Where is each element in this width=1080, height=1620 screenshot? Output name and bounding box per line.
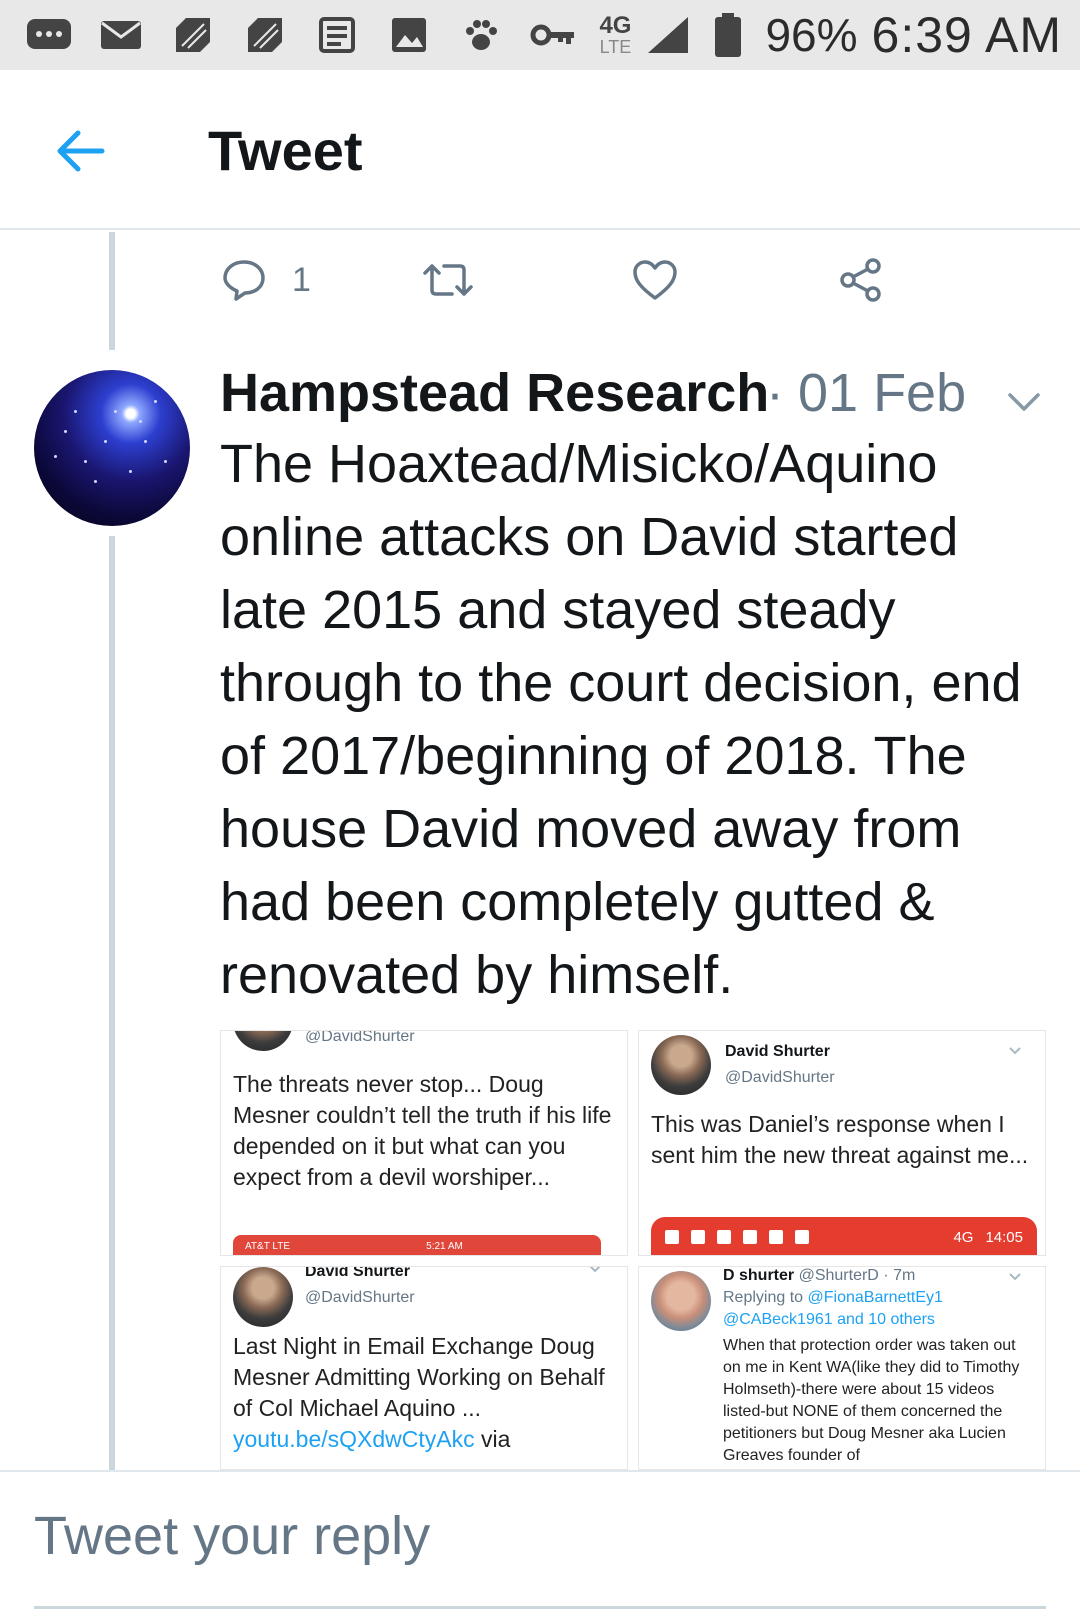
messages-icon	[26, 15, 72, 55]
back-button[interactable]	[52, 122, 110, 180]
media-image-1[interactable]: @DavidShurter The threats never stop... …	[220, 1030, 628, 1256]
paw-icon	[458, 15, 504, 55]
media-grid: @DavidShurter The threats never stop... …	[220, 1030, 1046, 1470]
tweet-actions: 1	[222, 250, 922, 310]
battery-percent: 96%	[765, 9, 858, 61]
media-text: This was Daniel’s response when I sent h…	[651, 1111, 1029, 1168]
media-avatar	[651, 1035, 711, 1095]
email-icon	[98, 15, 144, 55]
media-avatar	[233, 1267, 293, 1327]
media-text: Last Night in Email Exchange Doug Mesner…	[233, 1333, 605, 1452]
author-name[interactable]: Hampstead Research	[220, 362, 769, 424]
key-icon	[530, 15, 576, 55]
media-avatar	[651, 1271, 711, 1331]
notification-icons	[26, 15, 576, 55]
reply-input[interactable]	[34, 1492, 1046, 1580]
media-replying-more[interactable]: @CABeck1961 and 10 others	[723, 1311, 935, 1329]
arrow-left-icon	[57, 130, 105, 172]
retweet-icon	[423, 264, 473, 296]
blackberry-hub-icon-2	[242, 15, 288, 55]
media-header: D shurter @ShurterD · 7m	[723, 1267, 916, 1284]
signal-icon	[645, 15, 691, 55]
news-icon	[314, 15, 360, 55]
share-action[interactable]	[838, 250, 884, 310]
chevron-down-icon	[589, 1267, 601, 1273]
speech-bubble-icon	[223, 260, 265, 301]
like-action[interactable]	[632, 250, 678, 310]
reply-composer	[0, 1470, 1080, 1620]
status-bar: 4G LTE 96% 6:39 AM	[0, 0, 1080, 70]
heart-icon	[633, 260, 677, 300]
page-title: Tweet	[208, 119, 363, 182]
separator: ·	[766, 363, 784, 423]
reply-count: 1	[292, 260, 311, 299]
media-avatar	[233, 1031, 293, 1051]
media-link[interactable]: youtu.be/sQXdwCtyAkc	[233, 1426, 475, 1452]
media-handle: @DavidShurter	[305, 1030, 415, 1045]
share-icon	[840, 258, 881, 302]
media-image-3[interactable]: David Shurter @DavidShurter Last Night i…	[220, 1266, 628, 1470]
image-icon	[386, 15, 432, 55]
media-name: David Shurter	[305, 1266, 410, 1280]
battery-icon	[705, 13, 751, 57]
retweet-action[interactable]	[422, 250, 474, 310]
media-name: David Shurter	[725, 1043, 830, 1060]
media-text: When that protection order was taken out…	[723, 1337, 1020, 1464]
media-replying-to: Replying to @FionaBarnettEy1	[723, 1289, 943, 1306]
tweet-text: The Hoaxtead/Misicko/Aquino online attac…	[220, 434, 1022, 1005]
top-app-bar: Tweet	[0, 70, 1080, 230]
media-image-4[interactable]: D shurter @ShurterD · 7m Replying to @Fi…	[638, 1266, 1046, 1470]
reply-underline	[34, 1606, 1046, 1609]
media-handle: @DavidShurter	[305, 1289, 415, 1306]
tweet-date: 01 Feb	[798, 363, 967, 423]
media-image-2[interactable]: David Shurter @DavidShurter This was Dan…	[638, 1030, 1046, 1256]
media-text: The threats never stop... Doug Mesner co…	[233, 1071, 612, 1190]
media-handle: @DavidShurter	[725, 1069, 835, 1086]
avatar[interactable]	[34, 370, 190, 526]
network-type: 4G LTE	[599, 12, 632, 57]
blackberry-hub-icon	[170, 15, 216, 55]
phone-status-strip: AT&T LTE 5:21 AM	[233, 1235, 601, 1255]
chevron-down-icon	[1009, 1273, 1021, 1281]
tweet-menu-button[interactable]	[1004, 382, 1044, 422]
phone-status-strip: 4G 14:05	[651, 1217, 1037, 1255]
chevron-down-icon	[1008, 393, 1040, 411]
chevron-down-icon	[1009, 1047, 1021, 1055]
reply-action[interactable]: 1	[222, 250, 311, 310]
clock: 6:39 AM	[871, 7, 1062, 63]
